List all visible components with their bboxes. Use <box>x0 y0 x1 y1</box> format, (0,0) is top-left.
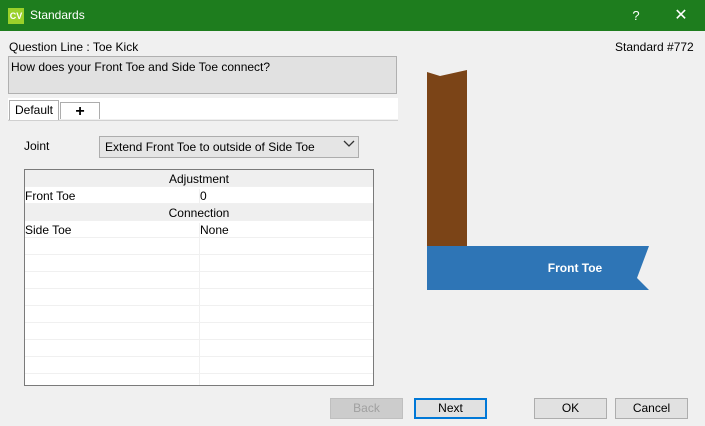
grid-row-front-toe[interactable]: Front Toe 0 <box>25 187 373 204</box>
window-title: Standards <box>30 8 85 22</box>
chevron-down-icon[interactable] <box>342 138 356 154</box>
question-text-box: How does your Front Toe and Side Toe con… <box>8 56 397 94</box>
empty-row <box>25 272 373 289</box>
empty-row <box>25 289 373 306</box>
row-name: Side Toe <box>25 223 72 237</box>
section-label-connection: Connection <box>168 206 230 220</box>
tab-default[interactable]: Default <box>9 100 59 121</box>
next-button[interactable]: Next <box>414 398 487 419</box>
front-toe-label: Front Toe <box>548 261 603 275</box>
ok-button[interactable]: OK <box>534 398 607 419</box>
joint-label: Joint <box>24 139 50 153</box>
empty-row <box>25 340 373 357</box>
row-name: Front Toe <box>25 189 76 203</box>
question-line-label: Question Line : Toe Kick <box>9 40 139 54</box>
side-toe-value[interactable]: None <box>199 223 373 237</box>
front-toe-shape <box>427 246 649 290</box>
empty-row <box>25 306 373 323</box>
empty-row <box>25 255 373 272</box>
front-toe-value[interactable]: 0 <box>199 189 373 203</box>
section-label-adjustment: Adjustment <box>168 172 230 186</box>
empty-row <box>25 374 373 385</box>
empty-row <box>25 357 373 374</box>
grid-section-row: Adjustment <box>25 170 373 187</box>
empty-row <box>25 323 373 340</box>
joint-select[interactable]: Extend Front Toe to outside of Side Toe <box>99 136 359 158</box>
title-bar: CV Standards ? ✕ <box>0 0 705 31</box>
question-text: How does your Front Toe and Side Toe con… <box>11 60 271 74</box>
help-button[interactable]: ? <box>626 6 646 26</box>
back-button[interactable]: Back <box>330 398 403 419</box>
empty-row <box>25 238 373 255</box>
toe-kick-illustration: Front Toe <box>427 70 649 290</box>
close-button[interactable]: ✕ <box>670 5 692 27</box>
tab-divider <box>8 120 398 121</box>
grid-section-row: Connection <box>25 204 373 221</box>
grid-row-side-toe[interactable]: Side Toe None <box>25 221 373 238</box>
side-toe-shape <box>427 70 467 246</box>
standard-number: Standard #772 <box>615 40 694 54</box>
cancel-button[interactable]: Cancel <box>615 398 688 419</box>
add-tab-button[interactable]: + <box>60 102 100 120</box>
property-grid: Adjustment Front Toe 0 Connection Side T… <box>24 169 374 386</box>
app-logo-icon: CV <box>8 8 24 24</box>
